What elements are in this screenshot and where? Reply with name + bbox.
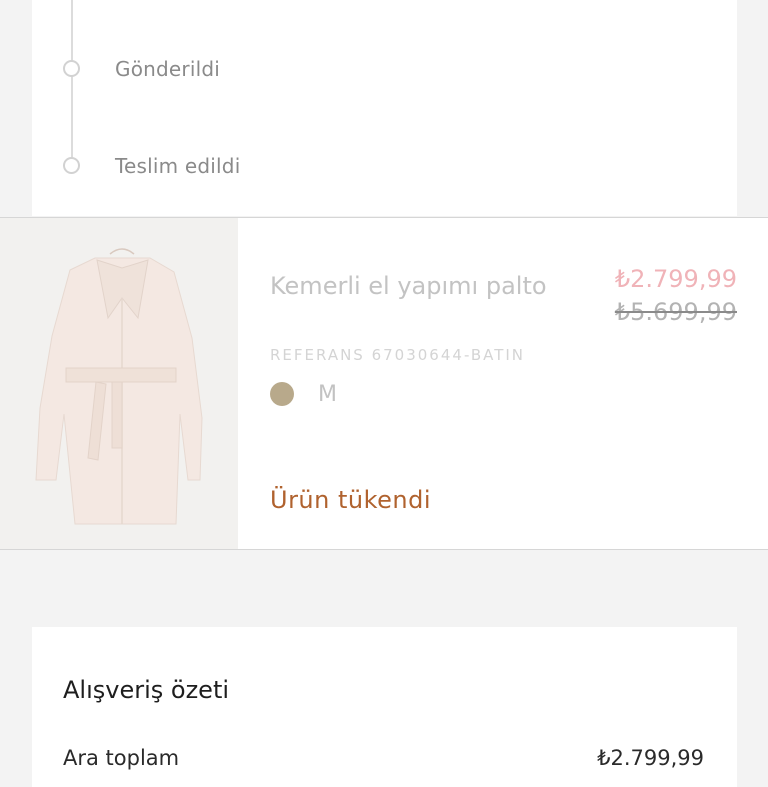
color-swatch — [270, 382, 294, 406]
timeline-line — [71, 0, 73, 168]
product-name[interactable]: Kemerli el yapımı palto — [270, 269, 570, 304]
original-price: ₺5.699,99 — [614, 298, 737, 326]
summary-title: Alışveriş özeti — [63, 676, 230, 704]
size-label: M — [318, 382, 337, 407]
step-dot-delivered — [63, 157, 80, 174]
step-dot-shipped — [63, 60, 80, 77]
order-summary-card: Alışveriş özeti Ara toplam ₺2.799,99 — [32, 627, 737, 787]
step-label-delivered: Teslim edildi — [115, 154, 241, 178]
sale-price: ₺2.799,99 — [614, 265, 737, 293]
product-reference: REFERANS 67030644-BATIN — [270, 346, 526, 364]
product-image[interactable] — [0, 218, 238, 549]
subtotal-value: ₺2.799,99 — [597, 746, 704, 770]
coat-image — [35, 248, 203, 525]
order-tracking-card: Gönderildi Teslim edildi — [32, 0, 737, 216]
subtotal-label: Ara toplam — [63, 746, 180, 770]
step-label-shipped: Gönderildi — [115, 57, 220, 81]
product-item[interactable]: Kemerli el yapımı palto ₺2.799,99 ₺5.699… — [0, 217, 768, 550]
sold-out-status: Ürün tükendi — [270, 486, 432, 514]
